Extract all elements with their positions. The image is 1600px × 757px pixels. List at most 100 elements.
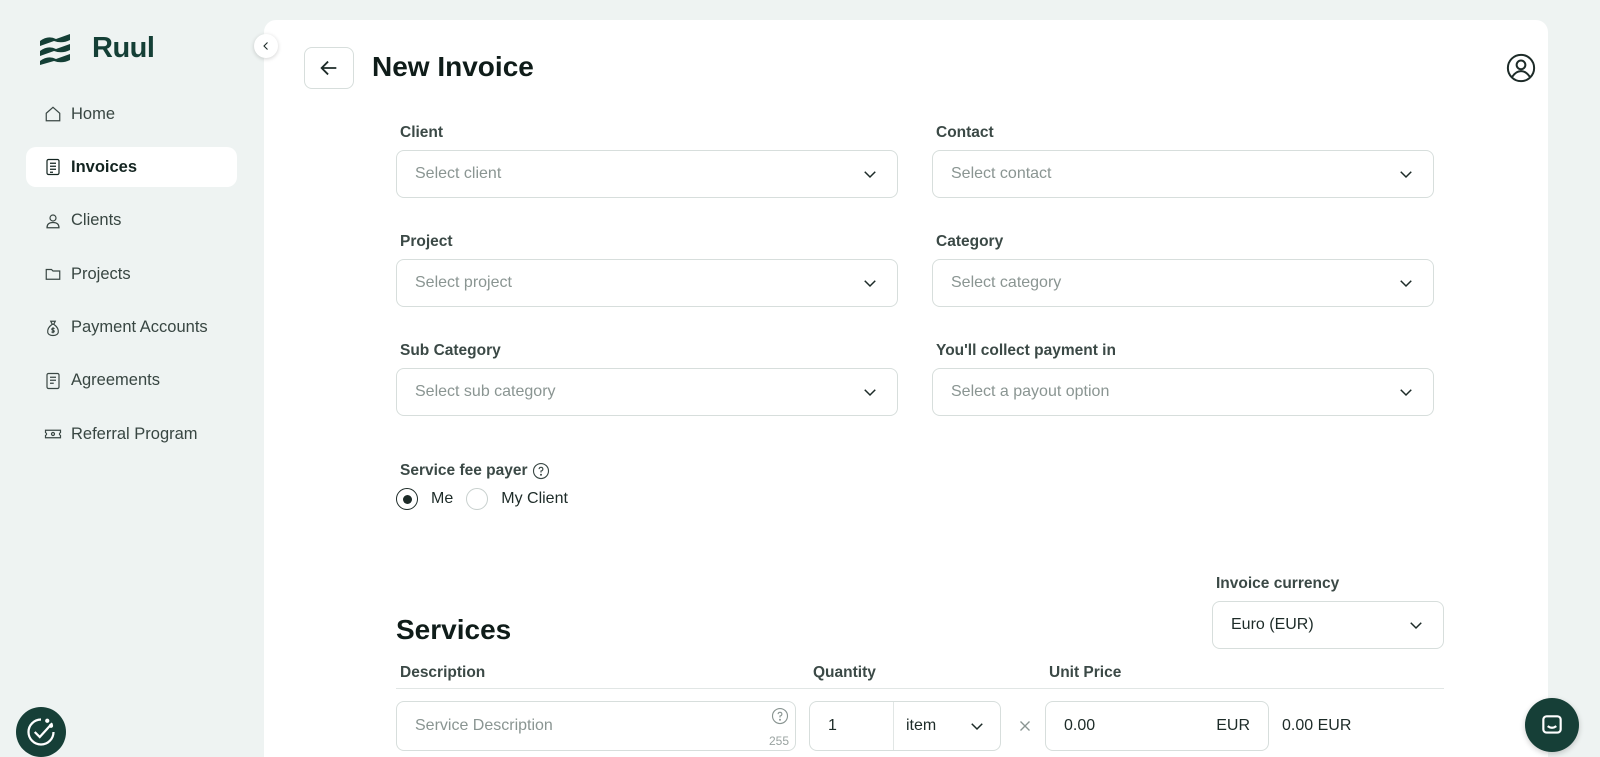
user-icon [44,212,62,230]
chevron-down-icon [971,723,983,731]
chevron-down-icon [864,280,876,288]
category-field: Category Select category [932,233,1434,307]
sub-category-select[interactable]: Select sub category [396,368,898,416]
project-placeholder: Select project [415,274,512,291]
column-unit-price: Unit Price [1049,664,1122,681]
services-title: Services [396,614,512,645]
category-placeholder: Select category [951,274,1062,291]
document-icon [44,372,62,390]
client-select[interactable]: Select client [396,150,898,198]
column-description: Description [400,664,486,681]
sidebar-item-label: Agreements [71,371,160,390]
profile-button[interactable] [1506,53,1536,83]
arrow-left-icon [320,60,337,76]
payout-select[interactable]: Select a payout option [932,368,1434,416]
sub-category-placeholder: Select sub category [415,383,556,400]
fee-payer-option-me[interactable]: Me [396,488,466,510]
invoice-icon [44,158,62,176]
service-fee-payer-text: Service fee payer [400,462,528,479]
unit-value: item [906,717,937,734]
folder-icon [44,265,62,283]
radio-checked[interactable] [396,488,418,510]
chat-icon [1542,715,1562,734]
sidebar-item-home[interactable]: Home [26,94,237,134]
main-panel: New Invoice Client Select client Contact… [264,20,1548,757]
project-field: Project Select project [396,233,898,307]
back-button[interactable] [304,47,354,89]
multiply-icon [1016,717,1034,735]
invoice-currency-value: Euro (EUR) [1231,616,1314,633]
service-description-placeholder: Service Description [415,717,553,734]
project-label: Project [400,233,453,250]
chevron-left-icon [263,42,268,50]
brand-name: Ruul [92,32,155,64]
user-circle-icon [1506,53,1536,83]
unit-price-input[interactable]: 0.00 EUR [1045,701,1269,751]
fee-payer-option-client[interactable]: My Client [466,488,581,510]
radio-label: My Client [501,490,568,507]
sidebar-item-payment-accounts[interactable]: Payment Accounts [26,308,237,348]
invoice-currency-select[interactable]: Euro (EUR) [1212,601,1444,649]
help-icon[interactable] [771,707,789,725]
payout-field: You'll collect payment in Select a payou… [932,342,1434,416]
chevron-down-icon [1400,171,1412,179]
radio-label: Me [431,490,454,507]
line-total: 0.00 EUR [1282,717,1352,734]
invoice-currency-label: Invoice currency [1216,575,1340,592]
fee-payer-radio-group: Me My Client [396,488,581,510]
client-label: Client [400,124,444,141]
sidebar-item-label: Home [71,104,116,123]
unit-price-value: 0.00 [1064,717,1096,734]
cookie-check-icon [27,718,55,746]
chevron-down-icon [864,171,876,179]
chevron-down-icon [1410,622,1422,630]
sidebar-item-clients[interactable]: Clients [26,201,237,241]
sub-category-field: Sub Category Select sub category [396,342,898,416]
services-header-divider [396,688,1444,689]
quantity-input[interactable]: 1 [810,702,894,750]
sidebar-item-agreements[interactable]: Agreements [26,361,237,401]
contact-field: Contact Select contact [932,124,1434,198]
sidebar-item-label: Projects [71,264,131,283]
category-label: Category [936,233,1004,250]
quantity-group: 1 item [809,701,1001,751]
sidebar-item-label: Clients [71,211,122,230]
unit-select[interactable]: item [894,717,1000,735]
payout-placeholder: Select a payout option [951,383,1110,400]
cookie-settings-button[interactable] [16,707,66,757]
brand-logo[interactable]: Ruul [38,32,155,65]
sidebar-item-label: Invoices [71,157,138,176]
service-description-input[interactable]: Service Description 255 [396,701,796,751]
sidebar-item-projects[interactable]: Projects [26,254,237,294]
support-chat-button[interactable] [1525,698,1579,752]
sub-category-label: Sub Category [400,342,501,359]
sidebar-item-invoices[interactable]: Invoices [26,147,237,188]
ticket-icon [44,425,62,443]
page-title: New Invoice [372,51,534,82]
logo-mark-icon [40,33,70,65]
contact-select[interactable]: Select contact [932,150,1434,198]
contact-placeholder: Select contact [951,165,1052,182]
unit-price-currency: EUR [1216,717,1250,734]
service-fee-payer-label: Service fee payer [400,462,581,480]
invoice-currency-field: Invoice currency Euro (EUR) [1212,575,1444,649]
category-select[interactable]: Select category [932,259,1434,307]
project-select[interactable]: Select project [396,259,898,307]
sidebar-item-referral-program[interactable]: Referral Program [26,414,237,454]
payout-label: You'll collect payment in [936,342,1116,359]
chevron-down-icon [1400,389,1412,397]
chevron-down-icon [864,389,876,397]
client-placeholder: Select client [415,165,502,182]
money-bag-icon [44,319,62,337]
service-fee-payer: Service fee payer Me My Client [396,462,581,510]
sidebar-item-label: Payment Accounts [71,318,208,337]
client-field: Client Select client [396,124,898,198]
sidebar-nav: Home Invoices Clients Projects Payment A… [26,94,237,468]
sidebar: Ruul Home Invoices Clients Projects Paym… [0,0,262,757]
column-quantity: Quantity [813,664,876,681]
help-icon[interactable] [532,462,550,480]
chevron-down-icon [1400,280,1412,288]
sidebar-collapse-button[interactable] [254,34,278,58]
radio-unchecked[interactable] [466,488,489,510]
sidebar-item-label: Referral Program [71,424,198,443]
